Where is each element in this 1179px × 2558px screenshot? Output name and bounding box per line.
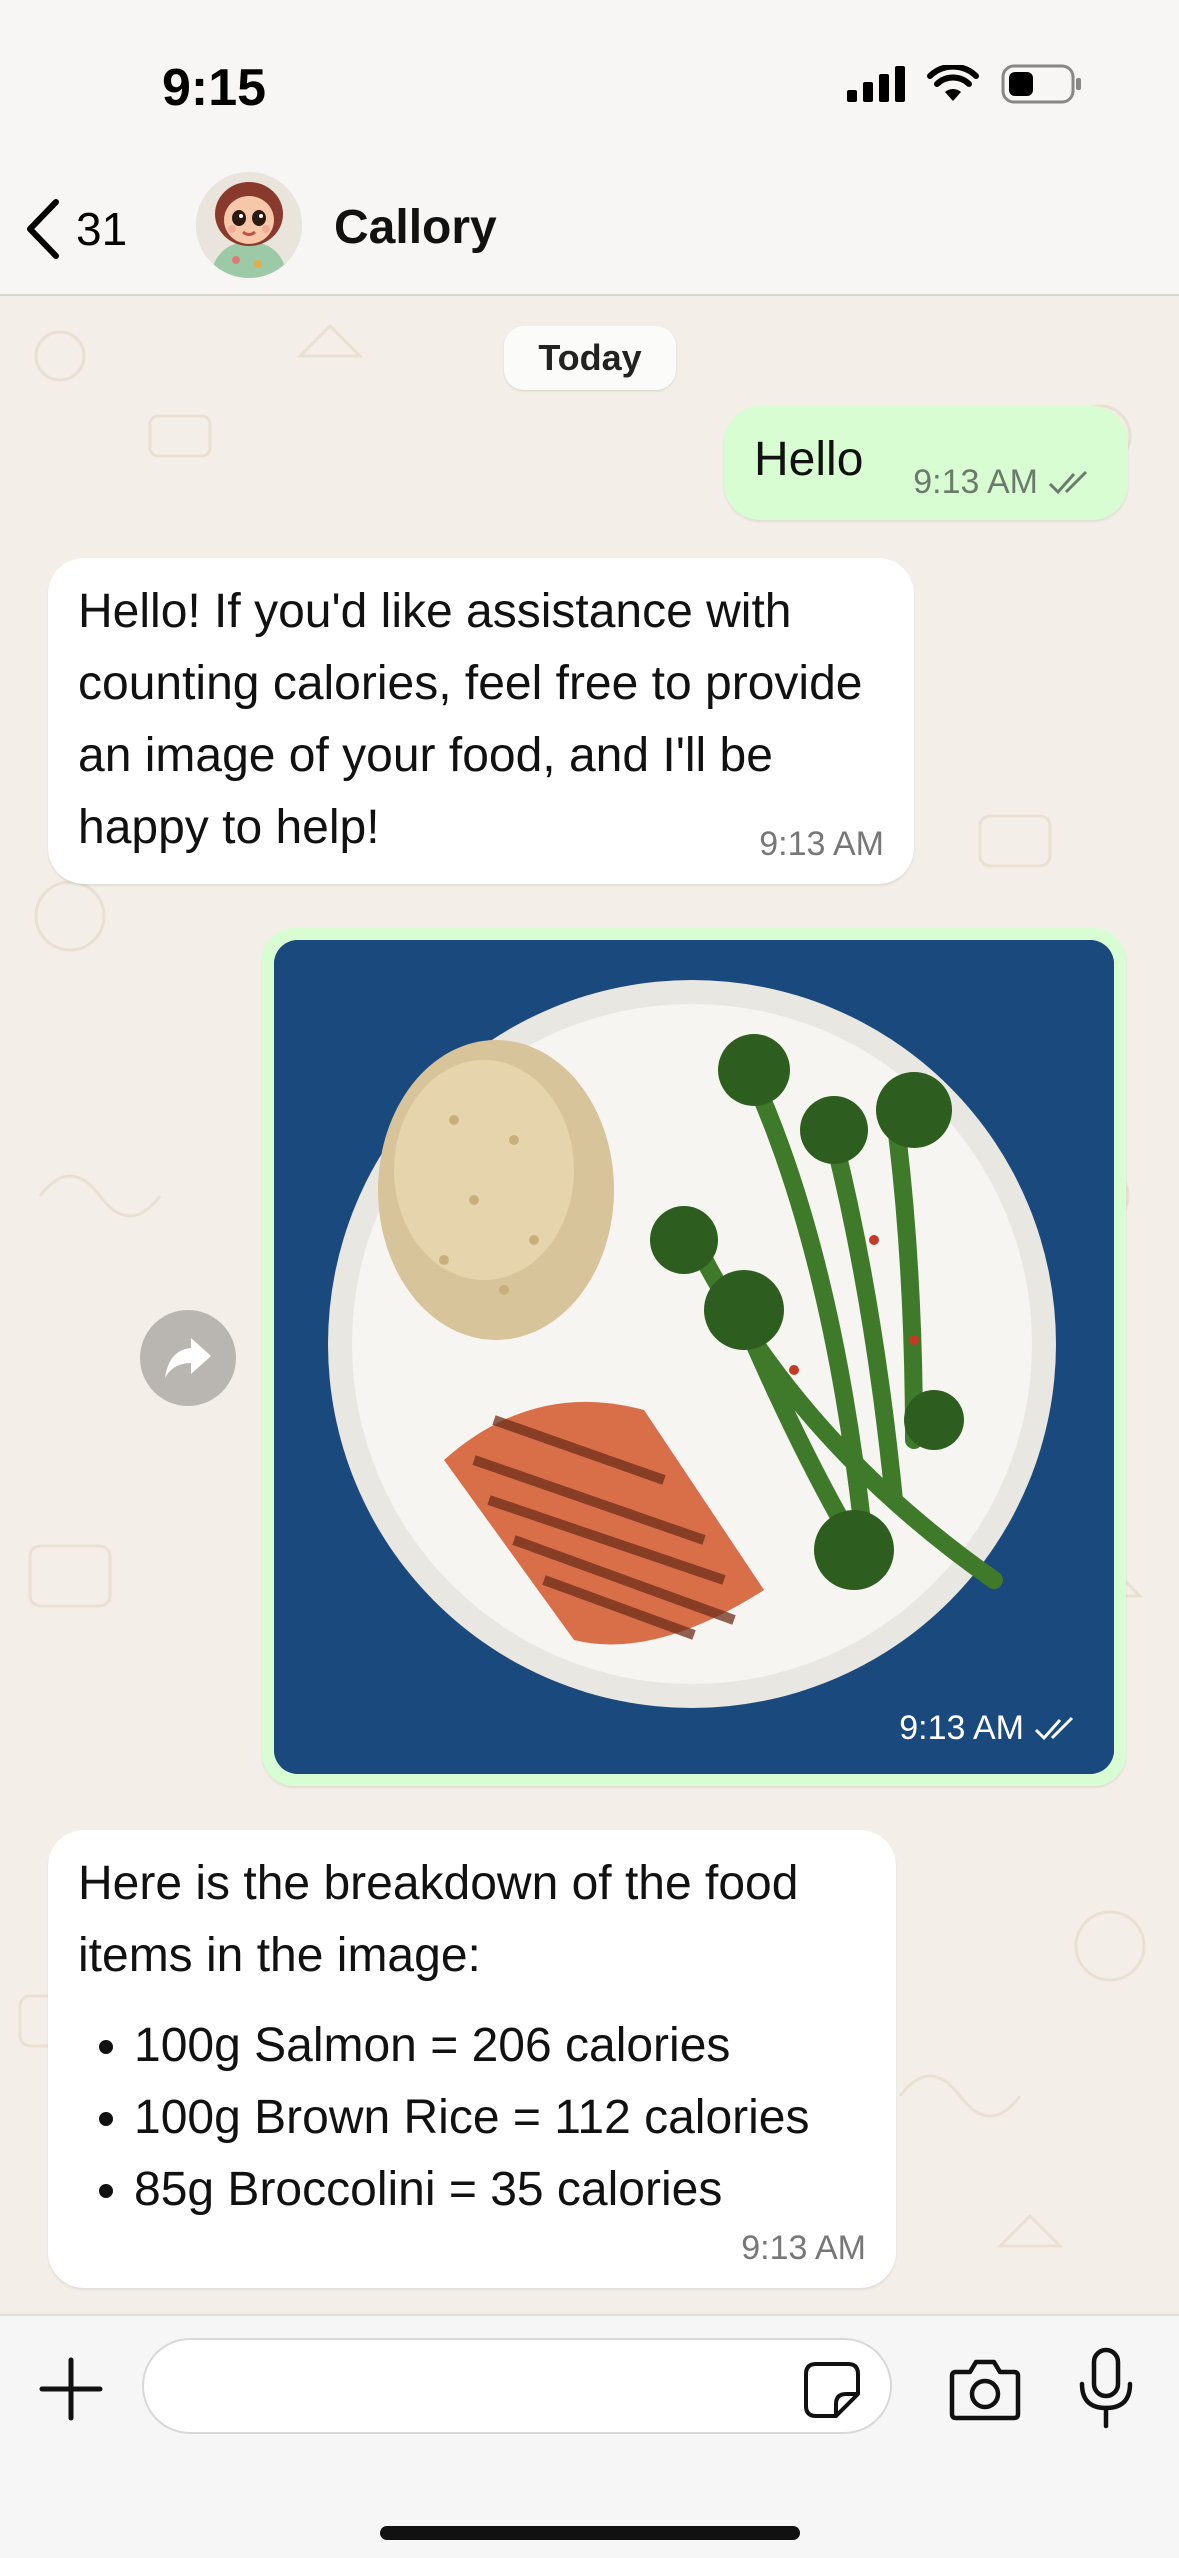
message-meta: 9:13 AM (913, 463, 1094, 502)
food-photo[interactable]: 9:13 AM (274, 940, 1114, 1774)
doll-avatar-icon (196, 172, 302, 278)
message-text: Hello (754, 433, 864, 486)
wifi-icon (927, 65, 979, 101)
cellular-signal-icon (847, 66, 905, 102)
message-meta: 9:13 AM (741, 2229, 866, 2268)
list-item: 85g Broccolini = 35 calories (134, 2154, 924, 2226)
battery-icon (1001, 64, 1081, 104)
forward-arrow-icon (165, 1338, 211, 1378)
status-bar: 9:15 (0, 0, 1179, 160)
read-receipt-icon (1048, 470, 1088, 494)
microphone-icon[interactable] (1076, 2346, 1136, 2430)
message-input[interactable] (142, 2338, 892, 2434)
message-bubble-incoming[interactable]: Hello! If you'd like assistance with cou… (48, 558, 914, 884)
photo-meta: 9:13 AM (899, 1709, 1080, 1748)
chat-title[interactable]: Callory (334, 200, 497, 255)
avatar[interactable] (196, 172, 302, 278)
message-time: 9:13 AM (741, 2229, 866, 2267)
forward-button[interactable] (140, 1310, 236, 1406)
home-indicator (380, 2526, 800, 2540)
message-time: 9:13 AM (899, 1709, 1024, 1747)
list-item: 100g Brown Rice = 112 calories (134, 2082, 924, 2154)
unread-count: 31 (76, 203, 128, 255)
status-time: 9:15 (162, 59, 267, 117)
chat-area[interactable]: Today Hello 9:13 AM Hello! If you'd like… (0, 296, 1179, 2314)
message-text: Hello! If you'd like assistance with cou… (78, 585, 863, 854)
message-text: Here is the breakdown of the food items … (78, 1857, 799, 1982)
message-time: 9:13 AM (913, 463, 1038, 501)
message-time: 9:13 AM (759, 825, 884, 863)
chat-header: 31 Callory (0, 160, 1179, 296)
breakdown-list: 100g Salmon = 206 calories 100g Brown Ri… (78, 2010, 924, 2226)
date-chip: Today (504, 326, 676, 390)
sticker-icon[interactable] (802, 2360, 862, 2420)
photo-message-bubble[interactable]: 9:13 AM (262, 928, 1126, 1786)
message-composer (0, 2314, 1179, 2558)
camera-icon[interactable] (948, 2356, 1022, 2422)
read-receipt-icon (1034, 1716, 1074, 1740)
message-bubble-incoming[interactable]: Here is the breakdown of the food items … (48, 1830, 896, 2288)
message-meta: 9:13 AM (759, 825, 884, 864)
back-button[interactable]: 31 (22, 194, 127, 264)
food-plate-image (274, 940, 1114, 1774)
chevron-left-icon (27, 199, 59, 259)
status-icons (847, 64, 1083, 104)
list-item: 100g Salmon = 206 calories (134, 2010, 924, 2082)
plus-icon[interactable] (36, 2354, 106, 2424)
message-bubble-outgoing[interactable]: Hello 9:13 AM (724, 406, 1128, 520)
